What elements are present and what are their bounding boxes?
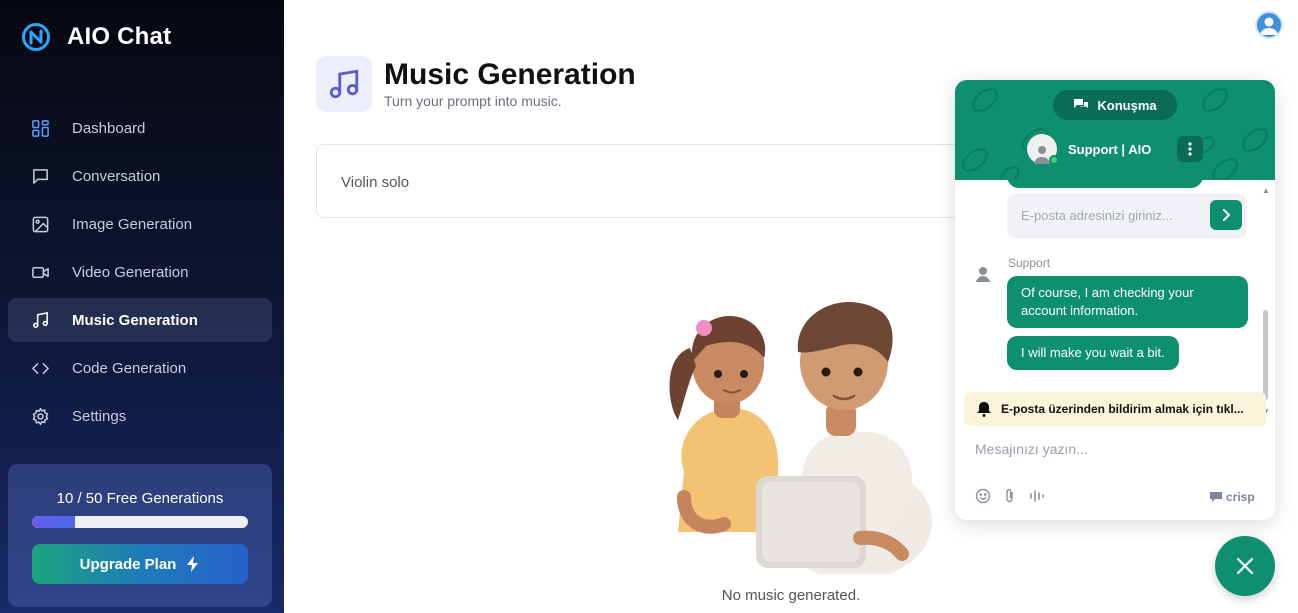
chat-menu-button[interactable] (1177, 136, 1203, 162)
chat-close-button[interactable] (1215, 536, 1275, 596)
chat-message: Of course, I am checking your account in… (1007, 276, 1248, 328)
sidebar-item-settings[interactable]: Settings (8, 394, 272, 438)
chat-messages: E-posta adresinizi giriniz... Support Of… (955, 180, 1275, 420)
sidebar-item-video-generation[interactable]: Video Generation (8, 250, 272, 294)
sidebar-item-label: Music Generation (72, 311, 198, 329)
app-name: AIO Chat (67, 23, 172, 50)
audio-wave-icon[interactable] (1029, 489, 1045, 503)
sidebar-item-conversation[interactable]: Conversation (8, 154, 272, 198)
emoji-icon[interactable] (975, 488, 991, 504)
sidebar-item-label: Settings (72, 407, 127, 425)
chat-bubble-icon (30, 166, 50, 186)
close-icon (1236, 557, 1254, 575)
brand[interactable]: AIO Chat (21, 22, 171, 52)
plan-card: 10 / 50 Free Generations Upgrade Plan (8, 464, 272, 607)
support-chat-widget: Konuşma Support | AIO E-posta adresinizi… (955, 80, 1275, 520)
sidebar-item-label: Image Generation (72, 215, 193, 233)
email-submit-button[interactable] (1210, 200, 1242, 230)
upgrade-plan-label: Upgrade Plan (79, 555, 177, 573)
gear-icon (30, 406, 50, 426)
music-note-icon (316, 56, 372, 112)
notification-text: E-posta üzerinden bildirim almak için tı… (1001, 402, 1244, 416)
email-placeholder: E-posta adresinizi giriniz... (1021, 208, 1173, 223)
agent-avatar (1027, 134, 1059, 165)
prompt-value: Violin solo (341, 174, 410, 191)
chevron-right-icon (1223, 209, 1230, 221)
crisp-logo-icon (1210, 492, 1222, 502)
online-status-dot (1049, 155, 1059, 165)
chat-header: Konuşma Support | AIO (955, 80, 1275, 180)
sidebar-item-dashboard[interactable]: Dashboard (8, 106, 272, 150)
message-placeholder: Mesajınızı yazın... (975, 441, 1088, 457)
message-sender-label: Support (1008, 256, 1051, 270)
crisp-brand-text: crisp (1226, 490, 1255, 504)
previous-message-bubble (1007, 180, 1203, 188)
conversation-tab-label: Konuşma (1097, 97, 1157, 113)
message-input[interactable]: Mesajınızı yazın... (975, 441, 1088, 457)
generations-progress-fill (32, 516, 76, 528)
empty-state-text: No music generated. (721, 587, 861, 604)
code-brackets-icon (30, 358, 50, 378)
sidebar-item-music-generation[interactable]: Music Generation (8, 298, 272, 342)
page-title: Music Generation (384, 58, 636, 91)
generations-progress-bar (32, 516, 248, 528)
paperclip-icon[interactable] (1003, 488, 1017, 504)
video-camera-icon (30, 262, 50, 282)
sidebar-item-label: Conversation (72, 167, 161, 185)
empty-state-illustration (669, 301, 932, 574)
email-input[interactable]: E-posta adresinizi giriniz... (1007, 194, 1247, 238)
scroll-up-arrow-icon[interactable]: ▲ (1262, 186, 1270, 195)
sidebar-nav: Dashboard Conversation Image Generation … (8, 106, 272, 442)
chat-scrollbar[interactable] (1263, 310, 1268, 400)
generations-usage-text: 10 / 50 Free Generations (56, 490, 224, 507)
crisp-branding[interactable]: crisp (1209, 490, 1255, 504)
page-subtitle: Turn your prompt into music. (384, 93, 562, 109)
prompt-input[interactable]: Violin solo (316, 144, 996, 218)
sidebar: AIO Chat Dashboard Conversation Image Ge… (0, 0, 284, 613)
email-notification-banner[interactable]: E-posta üzerinden bildirim almak için tı… (964, 392, 1266, 426)
sidebar-item-label: Code Generation (72, 359, 187, 377)
agent-info: Support | AIO (1027, 134, 1152, 165)
dashboard-grid-icon (30, 118, 50, 138)
more-vertical-icon (1188, 142, 1192, 156)
user-avatar[interactable] (1255, 11, 1283, 39)
sidebar-item-code-generation[interactable]: Code Generation (8, 346, 272, 390)
chat-toolbar (975, 488, 1057, 504)
sidebar-item-image-generation[interactable]: Image Generation (8, 202, 272, 246)
chat-message: I will make you wait a bit. (1007, 336, 1179, 370)
agent-name: Support | AIO (1068, 141, 1152, 157)
user-icon (1260, 17, 1278, 35)
sidebar-item-label: Video Generation (72, 263, 189, 281)
page-header: Music Generation Turn your prompt into m… (316, 56, 636, 112)
upgrade-plan-button[interactable]: Upgrade Plan (32, 544, 248, 584)
image-icon (30, 214, 50, 234)
music-note-icon (30, 310, 50, 330)
aio-logo-icon (22, 23, 50, 51)
bell-icon (977, 402, 991, 417)
support-avatar-icon (976, 267, 990, 282)
sidebar-item-label: Dashboard (72, 119, 146, 137)
lightning-icon (187, 556, 199, 572)
chat-bubbles-icon (1074, 99, 1089, 108)
conversation-tab[interactable]: Konuşma (1053, 90, 1177, 120)
